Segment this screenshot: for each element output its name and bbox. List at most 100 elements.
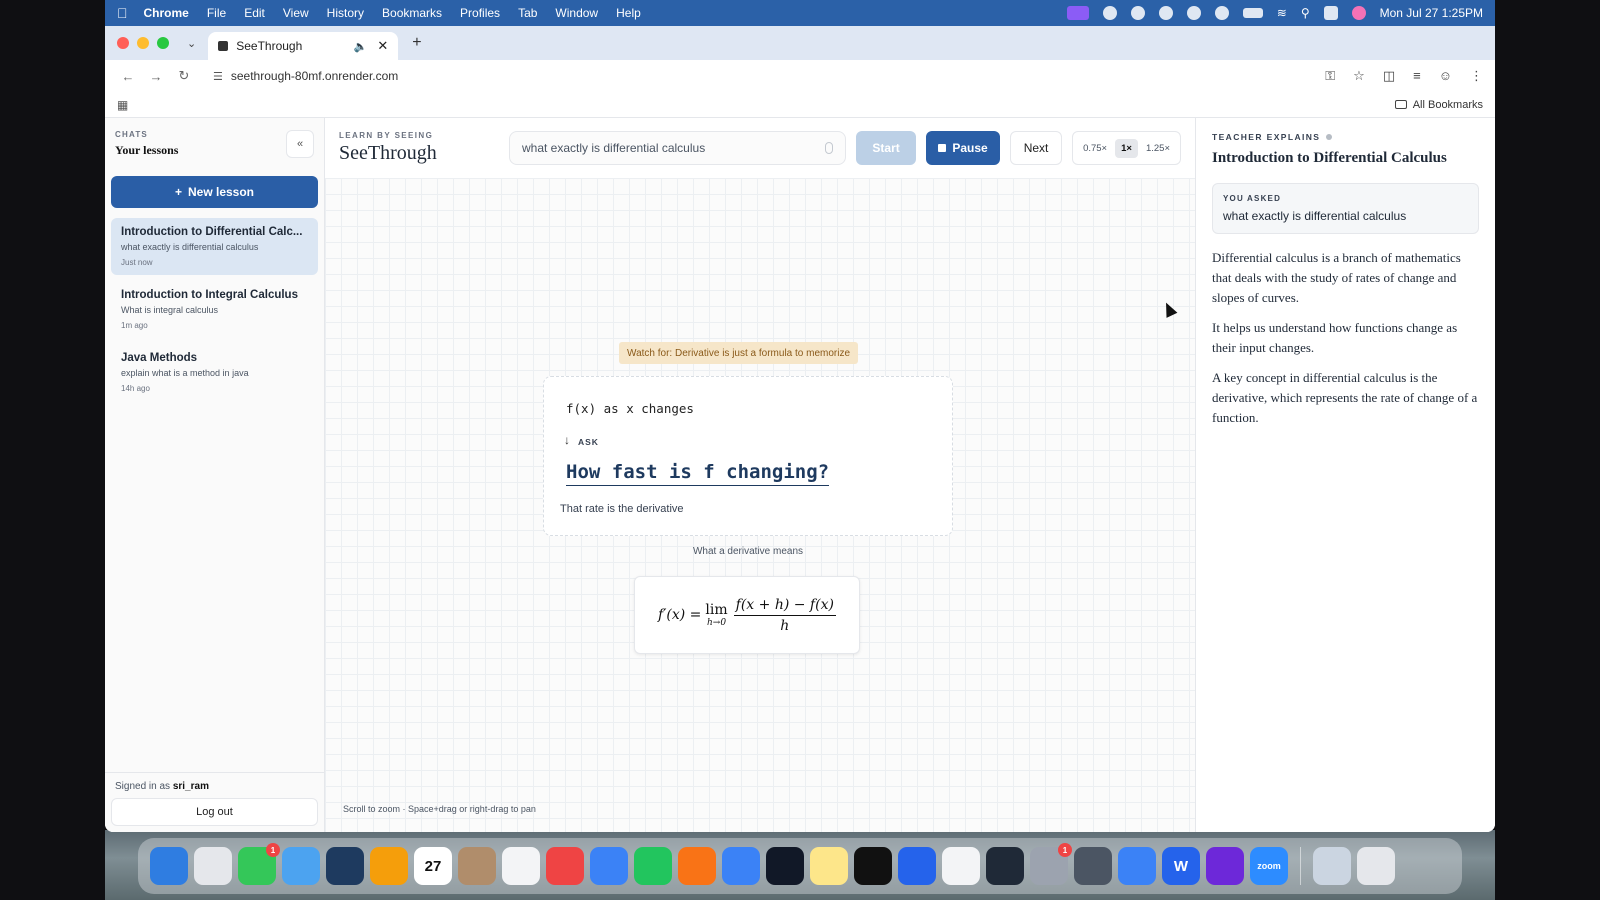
brand-title: SeeThrough bbox=[339, 142, 437, 164]
menu-edit[interactable]: Edit bbox=[244, 6, 265, 20]
close-tab-icon[interactable]: ✕ bbox=[377, 38, 388, 54]
menu-file[interactable]: File bbox=[207, 6, 226, 20]
wifi-icon[interactable]: ≋ bbox=[1277, 6, 1287, 20]
status-app-icon[interactable] bbox=[1130, 6, 1145, 20]
terminal-app-icon[interactable] bbox=[766, 847, 804, 885]
menubar-clock[interactable]: Mon Jul 27 1:25PM bbox=[1380, 6, 1483, 20]
lesson-subtitle: what exactly is differential calculus bbox=[121, 242, 259, 252]
limit-subscript: h→0 bbox=[707, 618, 727, 628]
tab-seethrough[interactable]: SeeThrough 🔈 ✕ bbox=[208, 32, 399, 60]
chrome-icon[interactable] bbox=[942, 847, 980, 885]
reload-icon[interactable]: ↻ bbox=[173, 68, 195, 84]
forward-arrow-icon[interactable]: → bbox=[145, 69, 167, 84]
window-controls bbox=[117, 37, 169, 49]
minimize-window-button[interactable] bbox=[137, 37, 149, 49]
simulator-icon[interactable] bbox=[1074, 847, 1112, 885]
arc-icon[interactable] bbox=[1118, 847, 1156, 885]
maps-icon[interactable] bbox=[282, 847, 320, 885]
lesson-item-differential[interactable]: Introduction to Differential Calc... wha… bbox=[111, 218, 318, 275]
password-key-icon[interactable]: ⚿ bbox=[1325, 68, 1335, 84]
status-app-icon[interactable] bbox=[1158, 6, 1173, 20]
new-tab-plus-icon[interactable]: + bbox=[412, 34, 421, 52]
messages-icon[interactable]: 1 bbox=[238, 843, 280, 885]
url-text[interactable]: seethrough-80mf.onrender.com bbox=[231, 69, 398, 83]
word-icon[interactable]: W bbox=[1162, 847, 1200, 885]
lesson-toolbar: LEARN BY SEEING SeeThrough what exactly … bbox=[325, 118, 1195, 178]
numbers-icon[interactable] bbox=[634, 847, 672, 885]
apple-icon[interactable]:  bbox=[117, 5, 128, 21]
photos-icon[interactable] bbox=[370, 847, 408, 885]
extensions-puzzle-icon[interactable]: ◫ bbox=[1383, 68, 1395, 84]
control-center-icon[interactable] bbox=[1323, 6, 1338, 20]
system-settings-icon[interactable]: 1 bbox=[1030, 843, 1072, 885]
menu-history[interactable]: History bbox=[327, 6, 364, 20]
menu-app-name[interactable]: Chrome bbox=[144, 6, 189, 20]
lesson-title: Introduction to Integral Calculus bbox=[121, 289, 298, 301]
siri-icon[interactable] bbox=[1351, 6, 1366, 20]
spotlight-search-icon[interactable]: ⚲ bbox=[1301, 6, 1310, 20]
apps-grid-icon[interactable]: ▦ bbox=[117, 98, 128, 112]
contacts-icon[interactable] bbox=[458, 847, 496, 885]
finder-icon[interactable] bbox=[150, 847, 188, 885]
new-lesson-label: New lesson bbox=[187, 185, 255, 199]
question-input[interactable]: what exactly is differential calculus bbox=[509, 131, 847, 165]
calendar-icon[interactable]: 27 bbox=[414, 847, 452, 885]
teacher-eyebrow: TEACHER EXPLAINS bbox=[1212, 132, 1479, 142]
bookmark-star-icon[interactable]: ☆ bbox=[1353, 68, 1365, 84]
microphone-icon[interactable] bbox=[825, 142, 834, 154]
pages-icon[interactable] bbox=[678, 847, 716, 885]
launchpad-icon[interactable] bbox=[194, 847, 232, 885]
logout-button[interactable]: Log out bbox=[111, 798, 318, 826]
app-store-icon[interactable] bbox=[898, 847, 936, 885]
notes-icon[interactable] bbox=[810, 847, 848, 885]
zoom-window-button[interactable] bbox=[157, 37, 169, 49]
profile-avatar-icon[interactable]: ☺ bbox=[1439, 68, 1452, 84]
menu-view[interactable]: View bbox=[283, 6, 309, 20]
reading-list-icon[interactable]: ≡ bbox=[1413, 68, 1421, 84]
menu-tab[interactable]: Tab bbox=[518, 6, 537, 20]
speed-1-25[interactable]: 1.25× bbox=[1140, 139, 1176, 158]
menu-profiles[interactable]: Profiles bbox=[460, 6, 500, 20]
reminders-icon[interactable] bbox=[502, 847, 540, 885]
github-icon[interactable] bbox=[1206, 847, 1244, 885]
menubar-status-area: ≋ ⚲ Mon Jul 27 1:25PM bbox=[1066, 6, 1483, 20]
omnibox[interactable]: ☰ seethrough-80mf.onrender.com bbox=[213, 69, 398, 83]
lesson-item-java-methods[interactable]: Java Methods explain what is a method in… bbox=[111, 344, 318, 401]
menu-window[interactable]: Window bbox=[555, 6, 598, 20]
screen-share-icon[interactable] bbox=[1066, 6, 1089, 20]
new-lesson-button[interactable]: + New lesson bbox=[111, 176, 318, 208]
question-input-text[interactable]: what exactly is differential calculus bbox=[522, 141, 705, 155]
collapse-sidebar-button[interactable]: « bbox=[286, 130, 314, 158]
back-arrow-icon[interactable]: ← bbox=[117, 69, 139, 84]
keynote-icon[interactable] bbox=[590, 847, 628, 885]
stocks-icon[interactable] bbox=[326, 847, 364, 885]
start-button[interactable]: Start bbox=[856, 131, 917, 165]
zoom-icon[interactable]: zoom bbox=[1250, 847, 1288, 885]
battery-icon[interactable] bbox=[1242, 8, 1263, 18]
menu-help[interactable]: Help bbox=[616, 6, 641, 20]
pause-button[interactable]: Pause bbox=[926, 131, 1001, 165]
kebab-menu-icon[interactable]: ⋮ bbox=[1470, 68, 1483, 84]
site-settings-icon[interactable]: ☰ bbox=[213, 70, 223, 83]
status-app-icon[interactable] bbox=[1214, 6, 1229, 20]
tab-search-chevron-icon[interactable]: ⌄ bbox=[187, 37, 196, 50]
trash-icon[interactable] bbox=[1357, 847, 1395, 885]
downloads-folder-icon[interactable] bbox=[1313, 847, 1351, 885]
safari-icon[interactable] bbox=[722, 847, 760, 885]
macos-dock: 1 27 1 Wzoom bbox=[138, 838, 1462, 894]
news-icon[interactable] bbox=[546, 847, 584, 885]
next-button[interactable]: Next bbox=[1010, 131, 1063, 165]
speaker-icon[interactable]: 🔈 bbox=[354, 40, 368, 53]
lesson-item-integral[interactable]: Introduction to Integral Calculus What i… bbox=[111, 281, 318, 338]
menu-bookmarks[interactable]: Bookmarks bbox=[382, 6, 442, 20]
speed-1[interactable]: 1× bbox=[1115, 138, 1138, 158]
status-app-icon[interactable] bbox=[1102, 6, 1117, 20]
close-window-button[interactable] bbox=[117, 37, 129, 49]
editor-icon[interactable] bbox=[986, 847, 1024, 885]
lesson-canvas[interactable]: Watch for: Derivative is just a formula … bbox=[325, 178, 1195, 832]
all-bookmarks-button[interactable]: All Bookmarks bbox=[1394, 99, 1483, 111]
status-app-icon[interactable] bbox=[1186, 6, 1201, 20]
status-dot-icon bbox=[1326, 134, 1333, 140]
speed-0-75[interactable]: 0.75× bbox=[1077, 139, 1113, 158]
cube-app-icon[interactable] bbox=[854, 847, 892, 885]
